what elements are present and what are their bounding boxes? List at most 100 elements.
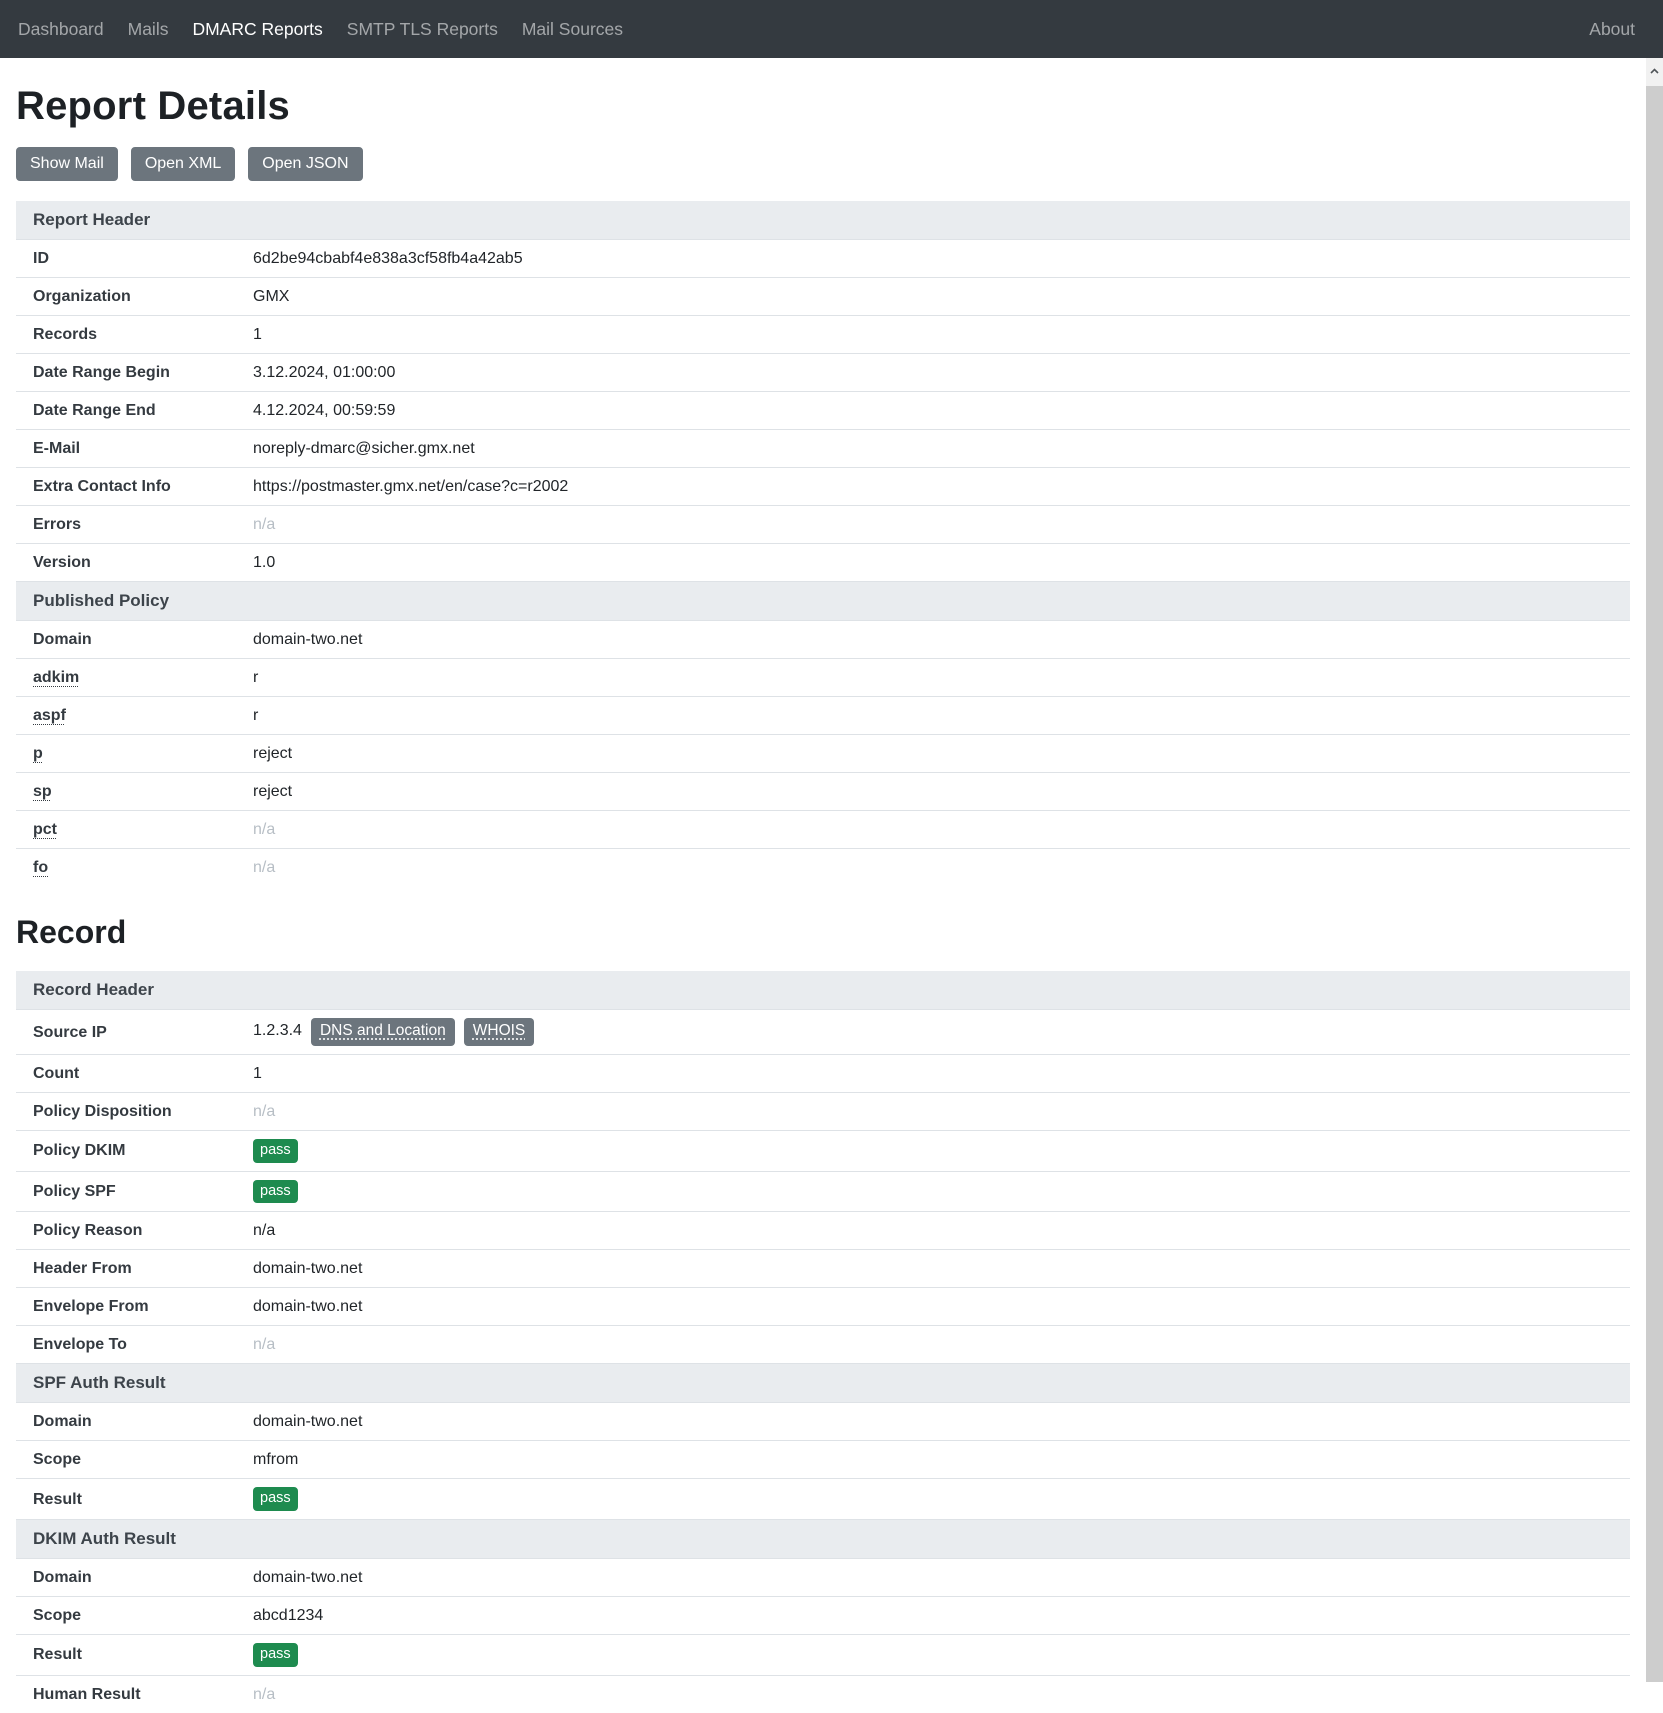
row-label-aspf: aspf	[16, 697, 253, 735]
value-text: domain-two.net	[253, 1413, 362, 1430]
whois-button[interactable]: WHOIS	[464, 1018, 535, 1046]
row-value: 1	[253, 316, 1630, 354]
value-text: 6d2be94cbabf4e838a3cf58fb4a42ab5	[253, 250, 523, 267]
section-header-record-header: Record Header	[16, 971, 1630, 1010]
chevron-up-icon	[1650, 68, 1659, 74]
nav-item-mails[interactable]: Mails	[116, 11, 181, 48]
record-table: Record HeaderSource IP1.2.3.4DNS and Loc…	[16, 971, 1630, 1712]
row-value: domain-two.net	[253, 1288, 1630, 1326]
scroll-up-button[interactable]	[1646, 58, 1663, 84]
row-value: n/a	[253, 506, 1630, 544]
value-text: 3.12.2024, 01:00:00	[253, 364, 395, 381]
nav-item-about[interactable]: About	[1577, 11, 1647, 48]
nav-item-dashboard[interactable]: Dashboard	[16, 11, 116, 48]
value-text: n/a	[253, 1686, 275, 1703]
table-row: adkimr	[16, 659, 1630, 697]
row-value: reject	[253, 773, 1630, 811]
row-label-errors: Errors	[16, 506, 253, 544]
nav-item-mail-sources[interactable]: Mail Sources	[510, 11, 635, 48]
row-value: 1.2.3.4 DNS and Location WHOIS	[253, 1010, 1630, 1055]
value-text: r	[253, 707, 258, 724]
table-row: Policy DKIMpass	[16, 1130, 1630, 1171]
table-row: Source IP1.2.3.4DNS and LocationWHOIS	[16, 1010, 1630, 1055]
row-label-result: Result	[16, 1635, 253, 1676]
row-value: domain-two.net	[253, 1559, 1630, 1597]
navbar-links: DashboardMailsDMARC ReportsSMTP TLS Repo…	[16, 11, 635, 48]
abbr-label-adkim: adkim	[33, 669, 79, 686]
row-value: n/a	[253, 1212, 1630, 1250]
table-row: Errorsn/a	[16, 506, 1630, 544]
table-row: Domaindomain-two.net	[16, 621, 1630, 659]
row-label-date-range-begin: Date Range Begin	[16, 354, 253, 392]
row-value: n/a	[253, 1092, 1630, 1130]
row-value: domain-two.net	[253, 1403, 1630, 1441]
dns-and-location-button[interactable]: DNS and Location	[311, 1018, 455, 1046]
table-row: ID6d2be94cbabf4e838a3cf58fb4a42ab5	[16, 240, 1630, 278]
table-row: Count1	[16, 1054, 1630, 1092]
row-value: pass	[253, 1635, 1630, 1676]
section-header-report-header: Report Header	[16, 201, 1630, 240]
row-label-e-mail: E-Mail	[16, 430, 253, 468]
row-label-envelope-from: Envelope From	[16, 1288, 253, 1326]
value-text: 1	[253, 1065, 262, 1082]
abbr-label-p: p	[33, 745, 43, 762]
row-label-envelope-to: Envelope To	[16, 1326, 253, 1364]
nav-item-smtp-tls-reports[interactable]: SMTP TLS Reports	[335, 11, 510, 48]
status-badge-pass: pass	[253, 1487, 298, 1511]
table-row: Date Range End4.12.2024, 00:59:59	[16, 392, 1630, 430]
value-text: 1.2.3.4	[253, 1022, 302, 1039]
value-text: n/a	[253, 859, 275, 876]
row-label-policy-dkim: Policy DKIM	[16, 1130, 253, 1171]
table-row: Version1.0	[16, 544, 1630, 582]
abbr-label-pct: pct	[33, 821, 57, 838]
row-label-organization: Organization	[16, 278, 253, 316]
table-row: Envelope Ton/a	[16, 1326, 1630, 1364]
open-json-button[interactable]: Open JSON	[248, 147, 362, 181]
row-value: 3.12.2024, 01:00:00	[253, 354, 1630, 392]
value-text: n/a	[253, 1336, 275, 1353]
row-value: 1	[253, 1054, 1630, 1092]
row-label-fo: fo	[16, 849, 253, 887]
value-text: https://postmaster.gmx.net/en/case?c=r20…	[253, 478, 568, 495]
row-value: 1.0	[253, 544, 1630, 582]
value-text: reject	[253, 783, 292, 800]
row-value: GMX	[253, 278, 1630, 316]
row-value: n/a	[253, 811, 1630, 849]
value-text: n/a	[253, 1103, 275, 1120]
table-row: Extra Contact Infohttps://postmaster.gmx…	[16, 468, 1630, 506]
value-text: noreply-dmarc@sicher.gmx.net	[253, 440, 475, 457]
table-row: Scopeabcd1234	[16, 1597, 1630, 1635]
show-mail-button[interactable]: Show Mail	[16, 147, 118, 181]
table-row: preject	[16, 735, 1630, 773]
row-value: pass	[253, 1130, 1630, 1171]
row-label-pct: pct	[16, 811, 253, 849]
row-value: domain-two.net	[253, 621, 1630, 659]
row-value: 6d2be94cbabf4e838a3cf58fb4a42ab5	[253, 240, 1630, 278]
table-row: Records1	[16, 316, 1630, 354]
abbr-label-fo: fo	[33, 859, 48, 876]
value-text: n/a	[253, 821, 275, 838]
row-label-adkim: adkim	[16, 659, 253, 697]
row-label-policy-reason: Policy Reason	[16, 1212, 253, 1250]
status-badge-pass: pass	[253, 1139, 298, 1163]
row-value: abcd1234	[253, 1597, 1630, 1635]
value-text: 1	[253, 326, 262, 343]
row-value: n/a	[253, 1326, 1630, 1364]
scrollbar-thumb[interactable]	[1646, 86, 1663, 1682]
navbar-right-links: About	[1577, 11, 1647, 48]
open-xml-button[interactable]: Open XML	[131, 147, 235, 181]
section-header-row: SPF Auth Result	[16, 1364, 1630, 1403]
section-header-row: Report Header	[16, 201, 1630, 240]
value-text: domain-two.net	[253, 1569, 362, 1586]
row-label-domain: Domain	[16, 621, 253, 659]
row-value: 4.12.2024, 00:59:59	[253, 392, 1630, 430]
scrollbar-track[interactable]	[1646, 58, 1663, 1682]
table-row: Human Resultn/a	[16, 1675, 1630, 1713]
abbr-label-sp: sp	[33, 783, 52, 800]
table-row: aspfr	[16, 697, 1630, 735]
table-row: Policy Dispositionn/a	[16, 1092, 1630, 1130]
nav-item-dmarc-reports[interactable]: DMARC Reports	[180, 11, 334, 48]
table-row: Resultpass	[16, 1635, 1630, 1676]
row-label-header-from: Header From	[16, 1250, 253, 1288]
action-buttons: Show Mail Open XML Open JSON	[16, 147, 1630, 181]
